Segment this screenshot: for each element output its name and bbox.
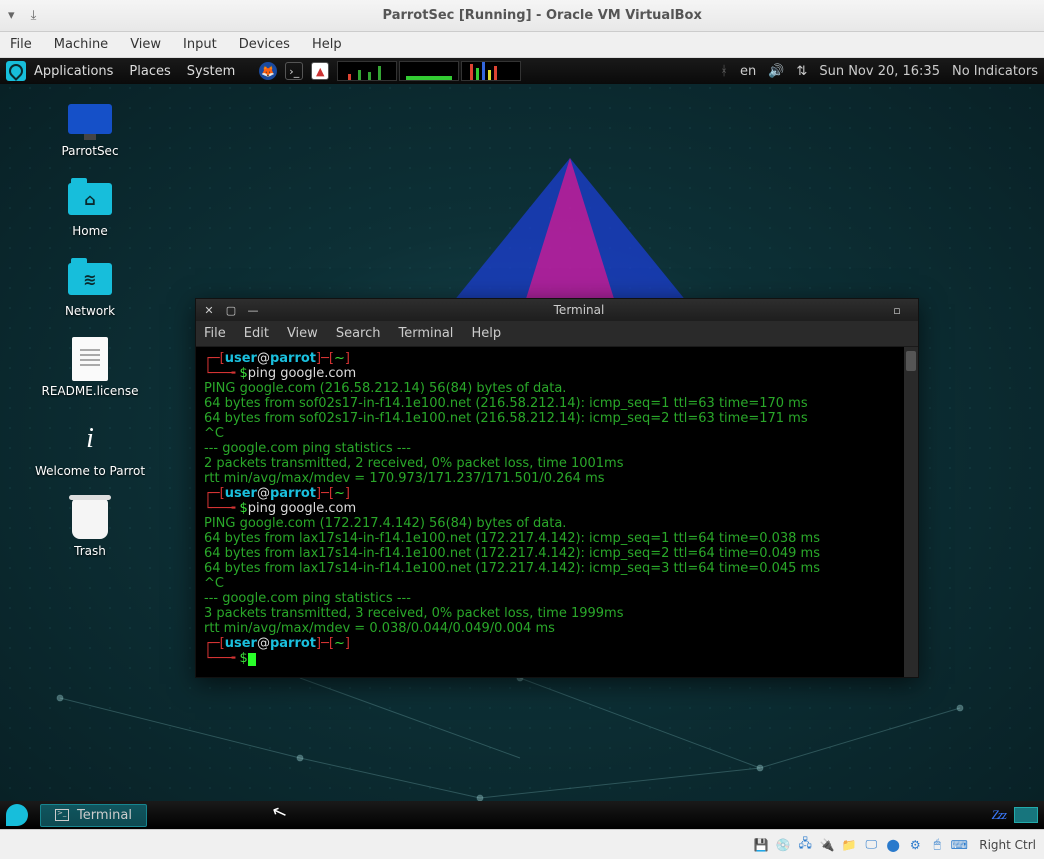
- vbox-usb-icon[interactable]: 🔌: [819, 837, 835, 853]
- top-panel: Applications Places System 🦊 ›_ ▲ ᚼ en 🔊…: [0, 58, 1044, 84]
- clock[interactable]: Sun Nov 20, 16:35: [819, 64, 940, 79]
- tool-launcher-icon[interactable]: ▲: [311, 62, 329, 80]
- vbox-menu-file[interactable]: File: [10, 37, 32, 52]
- vbox-menu-help[interactable]: Help: [312, 37, 342, 52]
- terminal-cursor: [248, 653, 256, 666]
- vbox-optical-icon[interactable]: 💿: [775, 837, 791, 853]
- bluetooth-icon[interactable]: ᚼ: [720, 64, 728, 79]
- term-menu-view[interactable]: View: [287, 326, 318, 341]
- terminal-max-icon[interactable]: ▢: [224, 303, 238, 317]
- network-icon[interactable]: ⇅: [796, 64, 807, 79]
- panel-places[interactable]: Places: [129, 64, 170, 79]
- guest-desktop: Applications Places System 🦊 ›_ ▲ ᚼ en 🔊…: [0, 58, 1044, 829]
- terminal-window: ✕ ▢ — Terminal ▫ File Edit View Search T…: [195, 298, 919, 678]
- terminal-title: Terminal: [268, 303, 890, 317]
- vbox-display-icon[interactable]: 🖵: [863, 837, 879, 853]
- no-indicators: No Indicators: [952, 64, 1038, 79]
- desktop-icon-parrotsec[interactable]: ParrotSec: [20, 98, 160, 158]
- desktop-icon-readme[interactable]: README.license: [20, 338, 160, 398]
- term-menu-help[interactable]: Help: [471, 326, 501, 341]
- parrot-menu-icon[interactable]: [6, 61, 26, 81]
- vbox-minimize-icon[interactable]: ▾: [8, 8, 15, 23]
- term-menu-edit[interactable]: Edit: [244, 326, 269, 341]
- desktop-icon-network[interactable]: ≋Network: [20, 258, 160, 318]
- vbox-menu-view[interactable]: View: [130, 37, 161, 52]
- taskbar-task-terminal[interactable]: Terminal: [40, 804, 147, 827]
- terminal-titlebar[interactable]: ✕ ▢ — Terminal ▫: [196, 299, 918, 321]
- vbox-hostkey: Right Ctrl: [979, 838, 1036, 852]
- vbox-title: ParrotSec [Running] - Oracle VM VirtualB…: [48, 8, 1036, 23]
- desktop-icons: ParrotSec ⌂Home ≋Network README.license …: [20, 98, 160, 558]
- terminal-restore-icon[interactable]: ▫: [890, 303, 904, 317]
- desktop-icon-trash[interactable]: Trash: [20, 498, 160, 558]
- term-menu-search[interactable]: Search: [336, 326, 381, 341]
- volume-icon[interactable]: 🔊: [768, 64, 784, 79]
- desktop-icon-home[interactable]: ⌂Home: [20, 178, 160, 238]
- vbox-menu-machine[interactable]: Machine: [54, 37, 108, 52]
- panel-system[interactable]: System: [187, 64, 235, 79]
- term-menu-terminal[interactable]: Terminal: [398, 326, 453, 341]
- vbox-cpu-icon[interactable]: ⚙: [907, 837, 923, 853]
- vbox-statusbar: 💾 💿 🖧 🔌 📁 🖵 ⬤ ⚙ 🖱 ⌨ Right Ctrl: [0, 829, 1044, 859]
- vbox-titlebar: ▾ ⤓ ParrotSec [Running] - Oracle VM Virt…: [0, 0, 1044, 32]
- desktop-icon-welcome[interactable]: iWelcome to Parrot: [20, 418, 160, 478]
- vbox-menu-devices[interactable]: Devices: [239, 37, 290, 52]
- bottom-taskbar: Terminal Zzz: [0, 801, 1044, 829]
- firefox-launcher-icon[interactable]: 🦊: [259, 62, 277, 80]
- language-indicator[interactable]: en: [740, 64, 756, 79]
- power-saver-icon[interactable]: Zzz: [992, 807, 1006, 823]
- vbox-pin-icon[interactable]: ⤓: [31, 8, 37, 23]
- terminal-close-icon[interactable]: ✕: [202, 303, 216, 317]
- panel-applications[interactable]: Applications: [34, 64, 113, 79]
- vbox-mouse-icon[interactable]: 🖱: [929, 837, 945, 853]
- terminal-launcher-icon[interactable]: ›_: [285, 62, 303, 80]
- vbox-menubar: File Machine View Input Devices Help: [0, 32, 1044, 58]
- system-monitor-applet[interactable]: [337, 61, 521, 81]
- terminal-menubar: File Edit View Search Terminal Help: [196, 321, 918, 347]
- terminal-icon: [55, 809, 69, 821]
- taskbar-menu-icon[interactable]: [6, 804, 28, 826]
- terminal-scrollbar[interactable]: [904, 347, 918, 677]
- vbox-menu-input[interactable]: Input: [183, 37, 217, 52]
- vbox-net-icon[interactable]: 🖧: [797, 837, 813, 853]
- vbox-kbd-icon[interactable]: ⌨: [951, 837, 967, 853]
- vbox-folder-icon[interactable]: 📁: [841, 837, 857, 853]
- terminal-content[interactable]: ┌─[user@parrot]─[~] └──╼ $ping google.co…: [196, 347, 904, 677]
- vbox-rec-icon[interactable]: ⬤: [885, 837, 901, 853]
- vbox-hdd-icon[interactable]: 💾: [753, 837, 769, 853]
- terminal-min-icon[interactable]: —: [246, 303, 260, 317]
- term-menu-file[interactable]: File: [204, 326, 226, 341]
- workspace-icon[interactable]: [1014, 807, 1038, 823]
